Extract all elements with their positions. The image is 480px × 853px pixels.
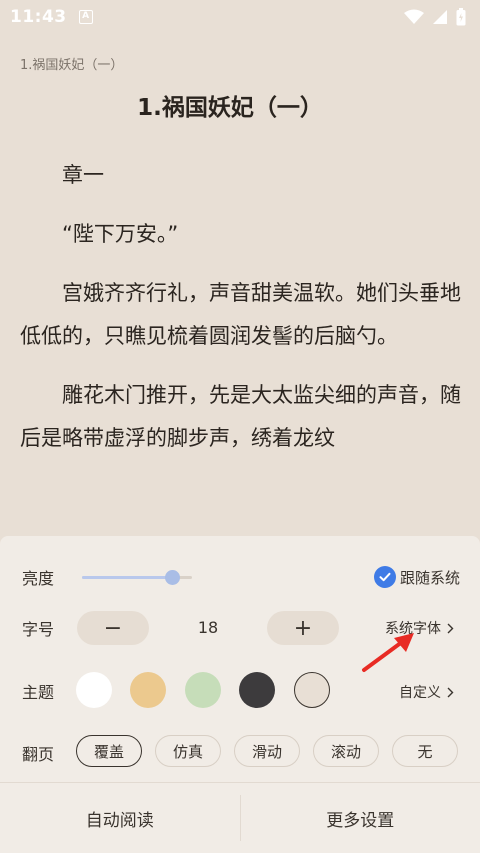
auto-read-button[interactable]: 自动阅读 [0, 783, 240, 853]
reader-settings-panel: 亮度 跟随系统 字号 − 18 + 系统字体 主题 自定义 翻页 覆盖 仿真 滑… [0, 536, 480, 853]
paragraph: 雕花木门推开，先是大太监尖细的声音，随后是略带虚浮的脚步声，绣着龙纹 [20, 383, 461, 450]
reader-content[interactable]: 1.祸国妖妃（一） 1.祸国妖妃（一） 章一 “陛下万安。” 宫娥齐齐行礼，声音… [0, 34, 480, 536]
paragraph: 章一 [62, 163, 104, 187]
font-size-value: 18 [197, 618, 219, 637]
font-size-decrease-button[interactable]: − [77, 611, 149, 645]
page-turn-simulate-button[interactable]: 仿真 [155, 735, 221, 767]
follow-system-label: 跟随系统 [399, 568, 460, 587]
page-turn-label: 翻页 [22, 745, 55, 764]
theme-swatch-dark[interactable] [239, 672, 275, 708]
page-turn-none-button[interactable]: 无 [392, 735, 458, 767]
chapter-title: 1.祸国妖妃（一） [137, 95, 323, 121]
paragraph: “陛下万安。” [62, 222, 179, 246]
chapter-breadcrumb: 1.祸国妖妃（一） [20, 58, 124, 73]
page-turn-slide-button[interactable]: 滑动 [234, 735, 300, 767]
theme-swatch-white[interactable] [76, 672, 112, 708]
battery-icon [456, 8, 466, 26]
checkmark-icon [373, 566, 396, 588]
paragraph: 宫娥齐齐行礼，声音甜美温软。她们头垂地低低的，只瞧见梳着圆润发髻的后脑勺。 [20, 281, 461, 348]
bottom-action-bar: 自动阅读 更多设置 [0, 782, 480, 853]
theme-swatch-yellow[interactable] [130, 672, 166, 708]
chevron-right-icon [447, 687, 454, 697]
theme-swatch-green[interactable] [185, 672, 221, 708]
custom-theme-link[interactable]: 自定义 [399, 682, 454, 702]
chevron-right-icon [447, 623, 454, 633]
theme-label: 主题 [22, 683, 55, 702]
annotation-arrow-icon [362, 633, 414, 672]
chapter-body: 章一 “陛下万安。” 宫娥齐齐行礼，声音甜美温软。她们头垂地低低的，只瞧见梳着圆… [20, 154, 462, 476]
status-time: 11:43 [10, 7, 67, 27]
font-size-label: 字号 [22, 620, 55, 639]
status-icons [404, 8, 466, 26]
brightness-slider[interactable] [82, 570, 192, 585]
custom-theme-label: 自定义 [399, 685, 441, 701]
theme-swatch-beige[interactable] [294, 672, 330, 708]
wifi-icon [404, 9, 424, 24]
signal-icon [433, 10, 447, 24]
brightness-row: 亮度 跟随系统 [0, 552, 480, 602]
status-bar: 11:43 A [0, 0, 480, 34]
notification-icon: A [78, 10, 93, 24]
brightness-label: 亮度 [22, 569, 55, 588]
page-turn-cover-button[interactable]: 覆盖 [76, 735, 142, 767]
page-turn-row: 翻页 覆盖 仿真 滑动 滚动 无 [0, 728, 480, 778]
follow-system-checkbox[interactable]: 跟随系统 [373, 566, 460, 588]
more-settings-button[interactable]: 更多设置 [241, 783, 480, 853]
brightness-slider-thumb[interactable] [165, 570, 181, 585]
font-size-increase-button[interactable]: + [267, 611, 339, 645]
page-turn-scroll-button[interactable]: 滚动 [313, 735, 379, 767]
brightness-slider-fill [82, 576, 173, 579]
